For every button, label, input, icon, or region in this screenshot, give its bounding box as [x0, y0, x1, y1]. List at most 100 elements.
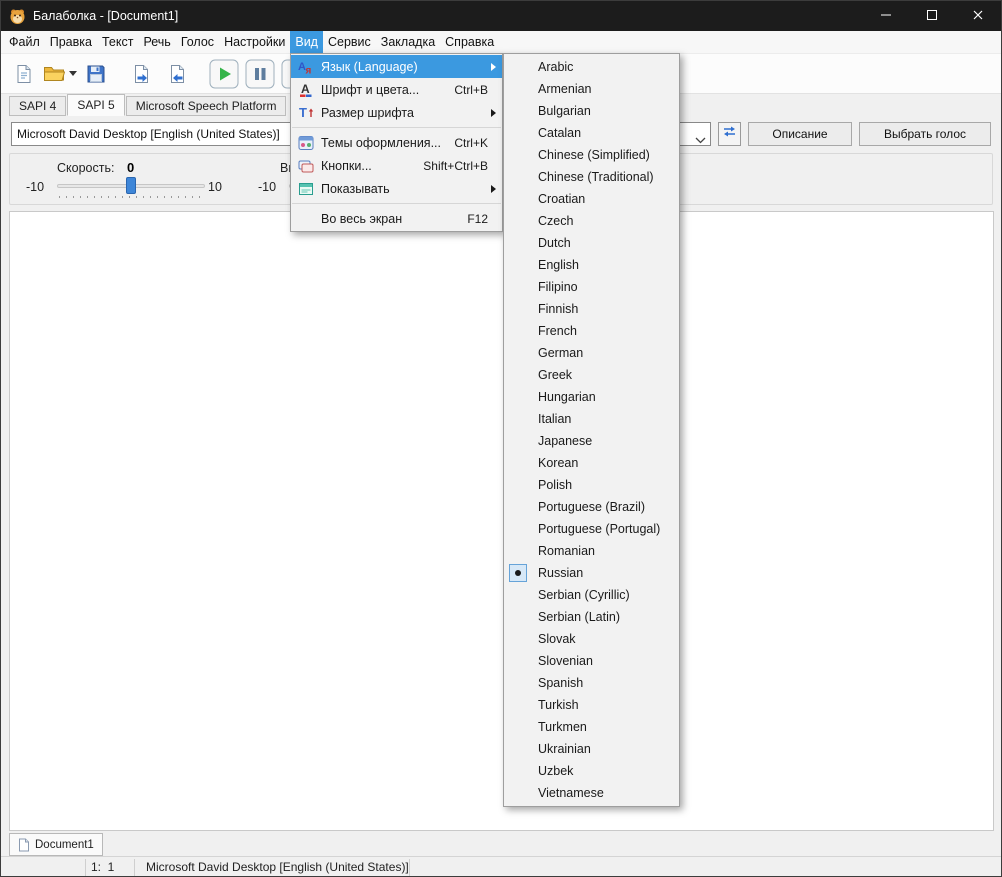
language-item-czech[interactable]: Czech — [504, 210, 679, 232]
language-submenu: Arabic Armenian Bulgarian Catalan Chinese (S… — [503, 53, 680, 807]
save-button[interactable] — [79, 57, 113, 91]
menubar-item-5[interactable]: Настройки — [219, 31, 290, 53]
speed-slider[interactable] — [57, 176, 205, 198]
language-item-italian[interactable]: Italian — [504, 408, 679, 430]
language-item-serbian-latin[interactable]: Serbian (Latin) — [504, 606, 679, 628]
minimize-button[interactable] — [863, 1, 909, 31]
export-text-icon — [168, 64, 188, 84]
menu-item-label: Кнопки... — [321, 158, 372, 173]
language-item-hungarian[interactable]: Hungarian — [504, 386, 679, 408]
new-document-button[interactable] — [7, 57, 41, 91]
menubar-item-8[interactable]: Закладка — [376, 31, 440, 53]
view-menu-item-5[interactable]: Кнопки... Shift+Ctrl+B — [291, 154, 502, 177]
open-file-button[interactable] — [43, 57, 77, 91]
select-voice-button[interactable]: Выбрать голос — [859, 122, 991, 146]
language-item-portuguese-portugal[interactable]: Portuguese (Portugal) — [504, 518, 679, 540]
statusbar-separator — [134, 859, 135, 876]
language-item-label: Slovak — [538, 632, 576, 646]
play-button[interactable] — [207, 57, 241, 91]
language-item-arabic[interactable]: Arabic — [504, 56, 679, 78]
close-button[interactable] — [955, 1, 1001, 31]
open-text-button[interactable] — [125, 57, 159, 91]
engine-tab-1[interactable]: SAPI 5 — [67, 94, 125, 116]
view-menu-item-0[interactable]: Aя Язык (Language) — [291, 55, 502, 78]
language-item-catalan[interactable]: Catalan — [504, 122, 679, 144]
view-menu-item-6[interactable]: Показывать — [291, 177, 502, 200]
language-item-french[interactable]: French — [504, 320, 679, 342]
language-item-label: Filipino — [538, 280, 578, 294]
language-item-label: Serbian (Latin) — [538, 610, 620, 624]
menubar-item-0[interactable]: Файл — [4, 31, 45, 53]
language-item-slovak[interactable]: Slovak — [504, 628, 679, 650]
view-menu-item-8[interactable]: Во весь экран F12 — [291, 207, 502, 230]
language-item-romanian[interactable]: Romanian — [504, 540, 679, 562]
language-item-english[interactable]: English — [504, 254, 679, 276]
language-item-korean[interactable]: Korean — [504, 452, 679, 474]
speed-slider-thumb[interactable] — [126, 177, 136, 194]
menubar-item-6[interactable]: Вид — [290, 31, 323, 53]
language-item-vietnamese[interactable]: Vietnamese — [504, 782, 679, 804]
new-document-icon — [14, 64, 34, 84]
language-item-serbian-cyrillic[interactable]: Serbian (Cyrillic) — [504, 584, 679, 606]
document-text-area[interactable] — [9, 211, 994, 831]
language-item-turkish[interactable]: Turkish — [504, 694, 679, 716]
language-item-label: Vietnamese — [538, 786, 604, 800]
menubar-item-2[interactable]: Текст — [97, 31, 138, 53]
statusbar-separator — [409, 859, 410, 876]
language-item-ukrainian[interactable]: Ukrainian — [504, 738, 679, 760]
document-tab-0[interactable]: Document1 — [9, 833, 103, 856]
maximize-button[interactable] — [909, 1, 955, 31]
dropdown-arrow-icon[interactable] — [69, 71, 77, 76]
menu-item-label: Язык (Language) — [321, 59, 418, 74]
language-item-label: Arabic — [538, 60, 574, 74]
language-item-armenian[interactable]: Armenian — [504, 78, 679, 100]
refresh-voices-button[interactable] — [718, 122, 741, 146]
speed-label: Скорость: — [57, 161, 115, 175]
menubar-item-9[interactable]: Справка — [440, 31, 499, 53]
language-item-croatian[interactable]: Croatian — [504, 188, 679, 210]
language-item-german[interactable]: German — [504, 342, 679, 364]
language-item-turkmen[interactable]: Turkmen — [504, 716, 679, 738]
language-item-polish[interactable]: Polish — [504, 474, 679, 496]
language-item-label: Turkmen — [538, 720, 587, 734]
view-menu-item-1[interactable]: A Шрифт и цвета... Ctrl+B — [291, 78, 502, 101]
voice-description-button[interactable]: Описание — [748, 122, 852, 146]
language-item-label: Italian — [538, 412, 572, 426]
language-item-dutch[interactable]: Dutch — [504, 232, 679, 254]
append-text-button[interactable] — [161, 57, 195, 91]
language-item-label: Croatian — [538, 192, 586, 206]
language-item-slovenian[interactable]: Slovenian — [504, 650, 679, 672]
menu-item-label: Шрифт и цвета... — [321, 82, 420, 97]
document-tab-label: Document1 — [35, 838, 94, 851]
statusbar-voice: Microsoft David Desktop [English (United… — [146, 860, 409, 874]
pause-button[interactable] — [243, 57, 277, 91]
speed-min-label: -10 — [26, 180, 45, 194]
language-item-uzbek[interactable]: Uzbek — [504, 760, 679, 782]
view-menu-item-2[interactable]: T Размер шрифта — [291, 101, 502, 124]
language-item-finnish[interactable]: Finnish — [504, 298, 679, 320]
menubar-item-4[interactable]: Голос — [176, 31, 219, 53]
menu-item-shortcut: Ctrl+B — [454, 82, 488, 97]
language-item-chinese-traditional[interactable]: Chinese (Traditional) — [504, 166, 679, 188]
window-controls — [863, 1, 1001, 31]
menubar-item-3[interactable]: Речь — [138, 31, 175, 53]
language-item-label: Korean — [538, 456, 579, 470]
menu-item-shortcut: Ctrl+K — [454, 135, 488, 150]
engine-tab-0[interactable]: SAPI 4 — [9, 96, 67, 116]
language-item-portuguese-brazil[interactable]: Portuguese (Brazil) — [504, 496, 679, 518]
close-icon — [973, 7, 983, 25]
language-item-greek[interactable]: Greek — [504, 364, 679, 386]
menu-separator — [292, 127, 501, 128]
menubar-item-1[interactable]: Правка — [45, 31, 97, 53]
language-item-russian[interactable]: Russian — [504, 562, 679, 584]
language-item-spanish[interactable]: Spanish — [504, 672, 679, 694]
view-menu-item-4[interactable]: Темы оформления... Ctrl+K — [291, 131, 502, 154]
language-item-chinese-simplified[interactable]: Chinese (Simplified) — [504, 144, 679, 166]
menubar-item-7[interactable]: Сервис — [323, 31, 376, 53]
statusbar: 1: 1 Microsoft David Desktop [English (U… — [1, 856, 1001, 876]
language-item-japanese[interactable]: Japanese — [504, 430, 679, 452]
language-item-label: English — [538, 258, 579, 272]
language-item-filipino[interactable]: Filipino — [504, 276, 679, 298]
language-item-bulgarian[interactable]: Bulgarian — [504, 100, 679, 122]
engine-tab-2[interactable]: Microsoft Speech Platform — [125, 96, 287, 116]
